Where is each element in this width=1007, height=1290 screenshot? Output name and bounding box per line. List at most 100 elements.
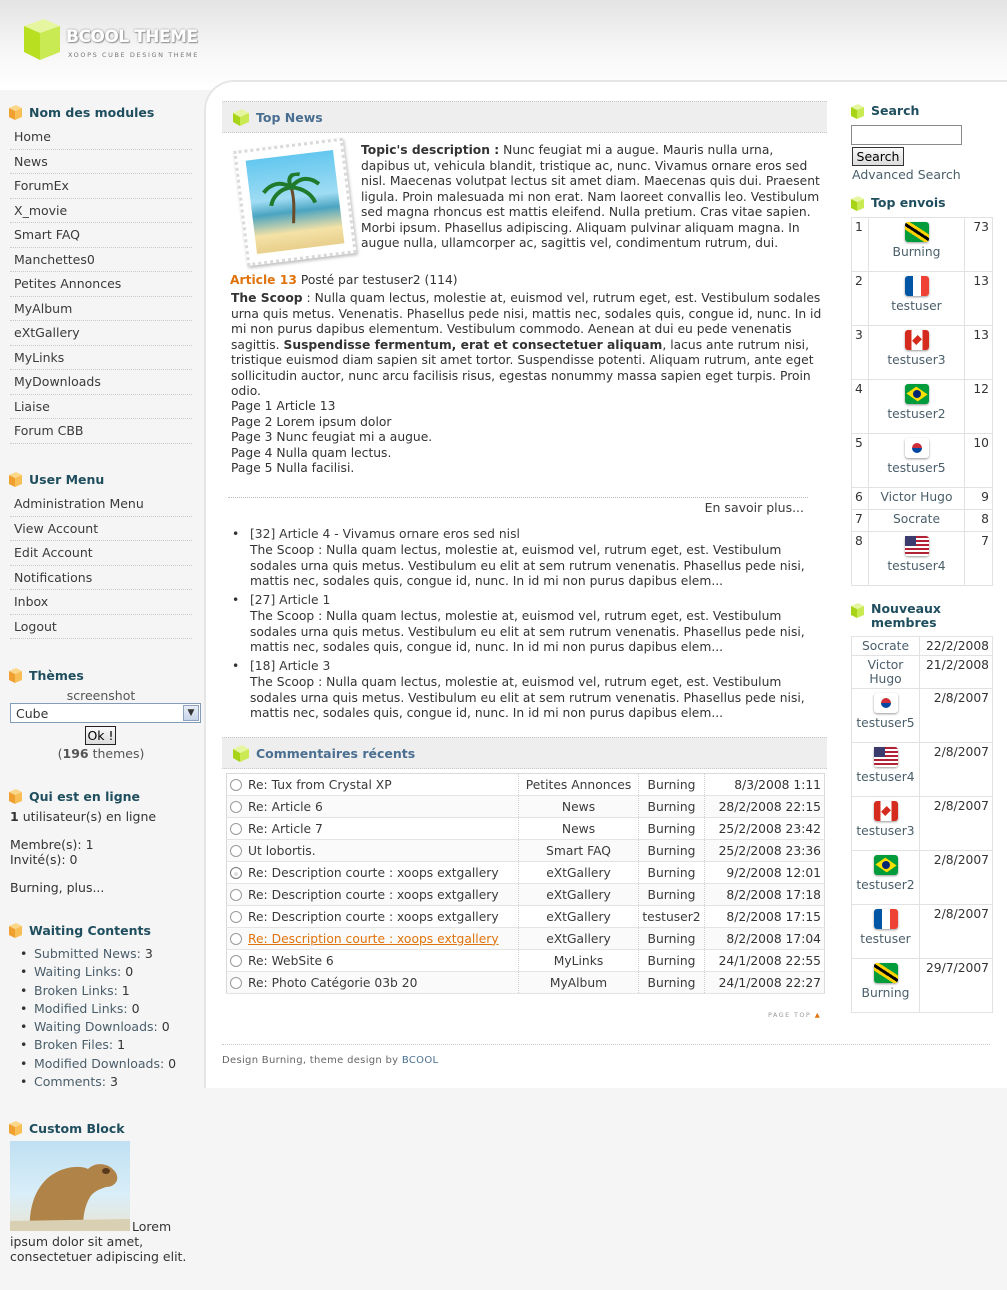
- theme-select[interactable]: Cube ▼: [10, 703, 201, 723]
- module-link[interactable]: eXtGallery: [14, 325, 80, 340]
- usermenu-link[interactable]: View Account: [14, 521, 98, 536]
- comment-title-link[interactable]: Re: Description courte : xoops extgaller…: [248, 888, 499, 902]
- poster-name-link[interactable]: testuser5: [872, 461, 961, 475]
- page-top-link[interactable]: PAGE TOP ▲: [768, 1011, 821, 1019]
- usermenu-link[interactable]: Edit Account: [14, 545, 93, 560]
- advanced-search-link[interactable]: Advanced Search: [852, 167, 961, 182]
- module-item[interactable]: MyAlbum: [10, 297, 192, 321]
- usermenu-item[interactable]: Notifications: [10, 566, 192, 590]
- comment-user-link[interactable]: Burning: [648, 866, 696, 880]
- usermenu-item[interactable]: Inbox: [10, 590, 192, 615]
- poster-name-link[interactable]: Victor Hugo: [872, 490, 961, 504]
- module-item[interactable]: Petites Annonces: [10, 272, 192, 297]
- article-page-link[interactable]: Page 5 Nulla facilisi.: [231, 461, 631, 477]
- waiting-link[interactable]: Comments:: [34, 1074, 106, 1089]
- module-item[interactable]: Liaise: [10, 395, 192, 419]
- comment-category-link[interactable]: eXtGallery: [546, 932, 611, 946]
- comment-category-link[interactable]: News: [562, 822, 595, 836]
- comment-title-link[interactable]: Re: WebSite 6: [248, 954, 334, 968]
- comment-title-link[interactable]: Re: Description courte : xoops extgaller…: [248, 910, 499, 924]
- comment-category-link[interactable]: eXtGallery: [546, 888, 611, 902]
- module-link[interactable]: Manchettes0: [14, 252, 95, 267]
- member-name-link[interactable]: testuser2: [855, 878, 916, 892]
- comment-title-link[interactable]: Re: Article 7: [248, 822, 323, 836]
- module-link[interactable]: Smart FAQ: [14, 227, 80, 242]
- module-item[interactable]: Manchettes0: [10, 248, 192, 272]
- module-item[interactable]: ForumEx: [10, 174, 192, 199]
- search-input[interactable]: [851, 125, 962, 145]
- comment-category-link[interactable]: eXtGallery: [546, 910, 611, 924]
- waiting-link[interactable]: Modified Downloads:: [34, 1056, 164, 1071]
- waiting-link[interactable]: Submitted News:: [34, 946, 141, 961]
- comment-title-link[interactable]: Ut lobortis.: [248, 844, 316, 858]
- waiting-link[interactable]: Waiting Links:: [34, 964, 121, 979]
- comment-user-link[interactable]: Burning: [648, 976, 696, 990]
- comment-user-link[interactable]: Burning: [648, 954, 696, 968]
- module-link[interactable]: Forum CBB: [14, 423, 83, 438]
- module-item[interactable]: News: [10, 150, 192, 174]
- comment-title-link[interactable]: Re: Photo Catégorie 03b 20: [248, 976, 417, 990]
- module-item[interactable]: eXtGallery: [10, 321, 192, 346]
- article-title-link[interactable]: Article 13: [230, 273, 297, 287]
- comment-category-link[interactable]: Smart FAQ: [546, 844, 611, 858]
- article-page-link[interactable]: Page 1 Article 13: [231, 399, 631, 415]
- module-link[interactable]: X_movie: [14, 203, 67, 218]
- usermenu-item[interactable]: Logout: [10, 615, 192, 639]
- usermenu-item[interactable]: Administration Menu: [10, 492, 192, 517]
- usermenu-link[interactable]: Logout: [14, 619, 57, 634]
- poster-name-link[interactable]: Burning: [872, 245, 961, 259]
- module-link[interactable]: MyDownloads: [14, 374, 101, 389]
- poster-name-link[interactable]: testuser: [872, 299, 961, 313]
- member-name-link[interactable]: Burning: [855, 986, 916, 1000]
- article-page-link[interactable]: Page 3 Nunc feugiat mi a augue.: [231, 430, 631, 446]
- comment-title-link[interactable]: Re: Description courte : xoops extgaller…: [248, 932, 499, 946]
- news-topic-image[interactable]: [233, 137, 357, 267]
- module-item[interactable]: Smart FAQ: [10, 223, 192, 248]
- usermenu-link[interactable]: Administration Menu: [14, 496, 144, 511]
- comment-user-link[interactable]: Burning: [648, 800, 696, 814]
- article-page-link[interactable]: Page 4 Nulla quam lectus.: [231, 446, 631, 462]
- module-item[interactable]: X_movie: [10, 199, 192, 223]
- module-item[interactable]: Home: [10, 125, 192, 150]
- comment-user-link[interactable]: Burning: [648, 888, 696, 902]
- module-link[interactable]: Petites Annonces: [14, 276, 121, 291]
- module-link[interactable]: News: [14, 154, 48, 169]
- member-name-link[interactable]: testuser4: [855, 770, 916, 784]
- comment-user-link[interactable]: Burning: [648, 932, 696, 946]
- comment-title-link[interactable]: Re: Description courte : xoops extgaller…: [248, 866, 499, 880]
- waiting-link[interactable]: Waiting Downloads:: [34, 1019, 158, 1034]
- comment-user-link[interactable]: testuser2: [642, 910, 700, 924]
- article-page-link[interactable]: Page 2 Lorem ipsum dolor: [231, 415, 631, 431]
- poster-name-link[interactable]: testuser2: [872, 407, 961, 421]
- comment-title-link[interactable]: Re: Tux from Crystal XP: [248, 778, 392, 792]
- news-item-title[interactable]: [27] Article 1: [250, 593, 822, 609]
- comment-category-link[interactable]: eXtGallery: [546, 866, 611, 880]
- module-item[interactable]: MyDownloads: [10, 370, 192, 395]
- member-name-link[interactable]: testuser: [855, 932, 916, 946]
- module-link[interactable]: Liaise: [14, 399, 50, 414]
- usermenu-link[interactable]: Notifications: [14, 570, 92, 585]
- footer-bcool-link[interactable]: BCOOL: [402, 1055, 438, 1066]
- news-item-title[interactable]: [32] Article 4 - Vivamus ornare eros sed…: [250, 527, 822, 543]
- usermenu-item[interactable]: Edit Account: [10, 541, 192, 566]
- module-item[interactable]: Forum CBB: [10, 419, 192, 444]
- poster-name-link[interactable]: testuser4: [872, 559, 961, 573]
- module-link[interactable]: ForumEx: [14, 178, 69, 193]
- comment-title-link[interactable]: Re: Article 6: [248, 800, 323, 814]
- comment-user-link[interactable]: Burning: [648, 844, 696, 858]
- comment-category-link[interactable]: Petites Annonces: [526, 778, 632, 792]
- member-name-link[interactable]: testuser3: [855, 824, 916, 838]
- module-link[interactable]: MyAlbum: [14, 301, 72, 316]
- usermenu-link[interactable]: Inbox: [14, 594, 48, 609]
- waiting-link[interactable]: Broken Links:: [34, 983, 118, 998]
- module-link[interactable]: Home: [14, 129, 51, 144]
- poster-name-link[interactable]: testuser3: [872, 353, 961, 367]
- usermenu-item[interactable]: View Account: [10, 517, 192, 541]
- search-button[interactable]: Search: [852, 147, 904, 166]
- news-item-title[interactable]: [18] Article 3: [250, 659, 822, 675]
- poster-name-link[interactable]: Socrate: [872, 512, 961, 526]
- logo-title[interactable]: BCOOL THEME: [66, 27, 198, 47]
- member-name-link[interactable]: testuser5: [855, 716, 916, 730]
- comment-user-link[interactable]: Burning: [648, 822, 696, 836]
- waiting-link[interactable]: Broken Files:: [34, 1037, 113, 1052]
